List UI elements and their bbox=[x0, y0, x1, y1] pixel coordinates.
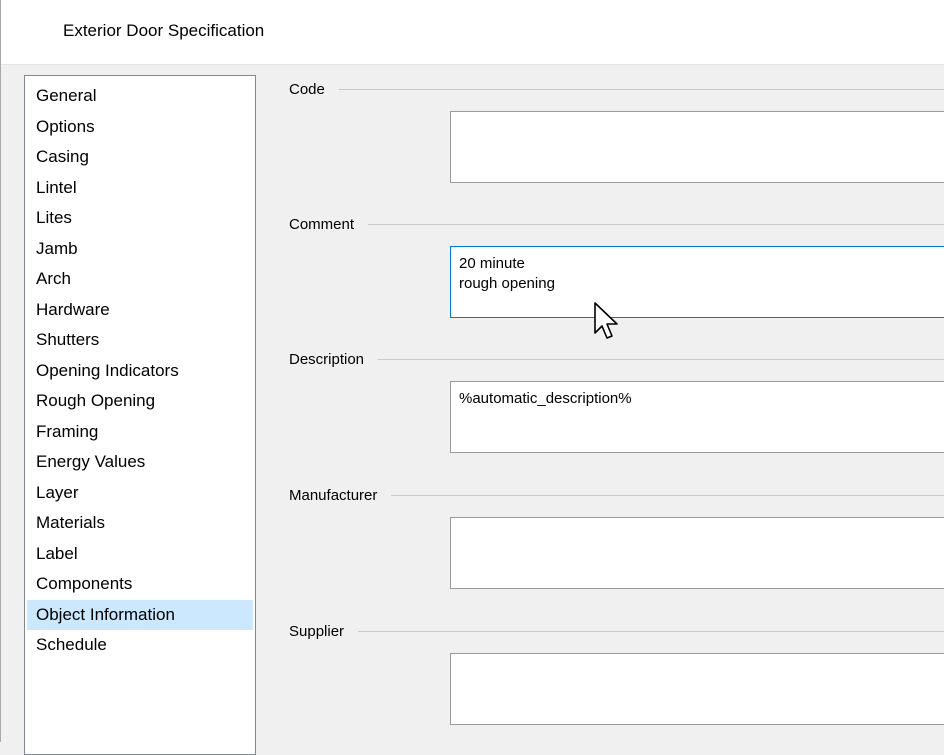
category-item-jamb[interactable]: Jamb bbox=[27, 234, 253, 265]
category-item-rough-opening[interactable]: Rough Opening bbox=[27, 386, 253, 417]
dialog-title: Exterior Door Specification bbox=[63, 21, 265, 40]
category-item-lites[interactable]: Lites bbox=[27, 203, 253, 234]
category-item-layer[interactable]: Layer bbox=[27, 478, 253, 509]
supplier-field[interactable] bbox=[450, 653, 944, 725]
category-item-casing[interactable]: Casing bbox=[27, 142, 253, 173]
description-group-header: Description bbox=[289, 349, 944, 369]
category-item-hardware[interactable]: Hardware bbox=[27, 295, 253, 326]
supplier-group-header: Supplier bbox=[289, 621, 944, 641]
manufacturer-label: Manufacturer bbox=[289, 486, 378, 504]
dialog-title-bar: Exterior Door Specification bbox=[0, 0, 944, 65]
category-item-general[interactable]: General bbox=[27, 81, 253, 112]
description-field[interactable]: %automatic_description% bbox=[450, 381, 944, 453]
manufacturer-divider bbox=[391, 494, 944, 496]
comment-field[interactable]: 20 minute rough opening bbox=[450, 246, 944, 318]
category-item-options[interactable]: Options bbox=[27, 112, 253, 143]
category-item-materials[interactable]: Materials bbox=[27, 508, 253, 539]
category-item-label[interactable]: Label bbox=[27, 539, 253, 570]
category-item-components[interactable]: Components bbox=[27, 569, 253, 600]
category-item-arch[interactable]: Arch bbox=[27, 264, 253, 295]
manufacturer-group-header: Manufacturer bbox=[289, 485, 944, 505]
code-field[interactable] bbox=[450, 111, 944, 183]
description-divider bbox=[378, 358, 944, 360]
description-label: Description bbox=[289, 350, 365, 368]
category-item-object-information[interactable]: Object Information bbox=[27, 599, 253, 630]
code-label: Code bbox=[289, 80, 325, 98]
exterior-door-specification-dialog: Exterior Door Specification General Optio… bbox=[0, 0, 944, 755]
comment-divider bbox=[368, 223, 944, 225]
category-item-opening-indicators[interactable]: Opening Indicators bbox=[27, 356, 253, 387]
category-item-energy-values[interactable]: Energy Values bbox=[27, 447, 253, 478]
comment-group-header: Comment bbox=[289, 214, 944, 234]
code-group-header: Code bbox=[289, 79, 944, 99]
comment-label: Comment bbox=[289, 215, 355, 233]
manufacturer-field[interactable] bbox=[450, 517, 944, 589]
supplier-divider bbox=[358, 630, 944, 632]
category-item-lintel[interactable]: Lintel bbox=[27, 173, 253, 204]
category-list[interactable]: General Options Casing Lintel Lites Jamb Arch H… bbox=[24, 75, 256, 755]
category-item-schedule[interactable]: Schedule bbox=[27, 630, 253, 661]
dialog-left-border bbox=[0, 0, 1, 742]
supplier-label: Supplier bbox=[289, 622, 345, 640]
mouse-cursor-icon bbox=[594, 302, 618, 339]
code-divider bbox=[338, 88, 944, 90]
category-item-framing[interactable]: Framing bbox=[27, 417, 253, 448]
category-item-shutters[interactable]: Shutters bbox=[27, 325, 253, 356]
